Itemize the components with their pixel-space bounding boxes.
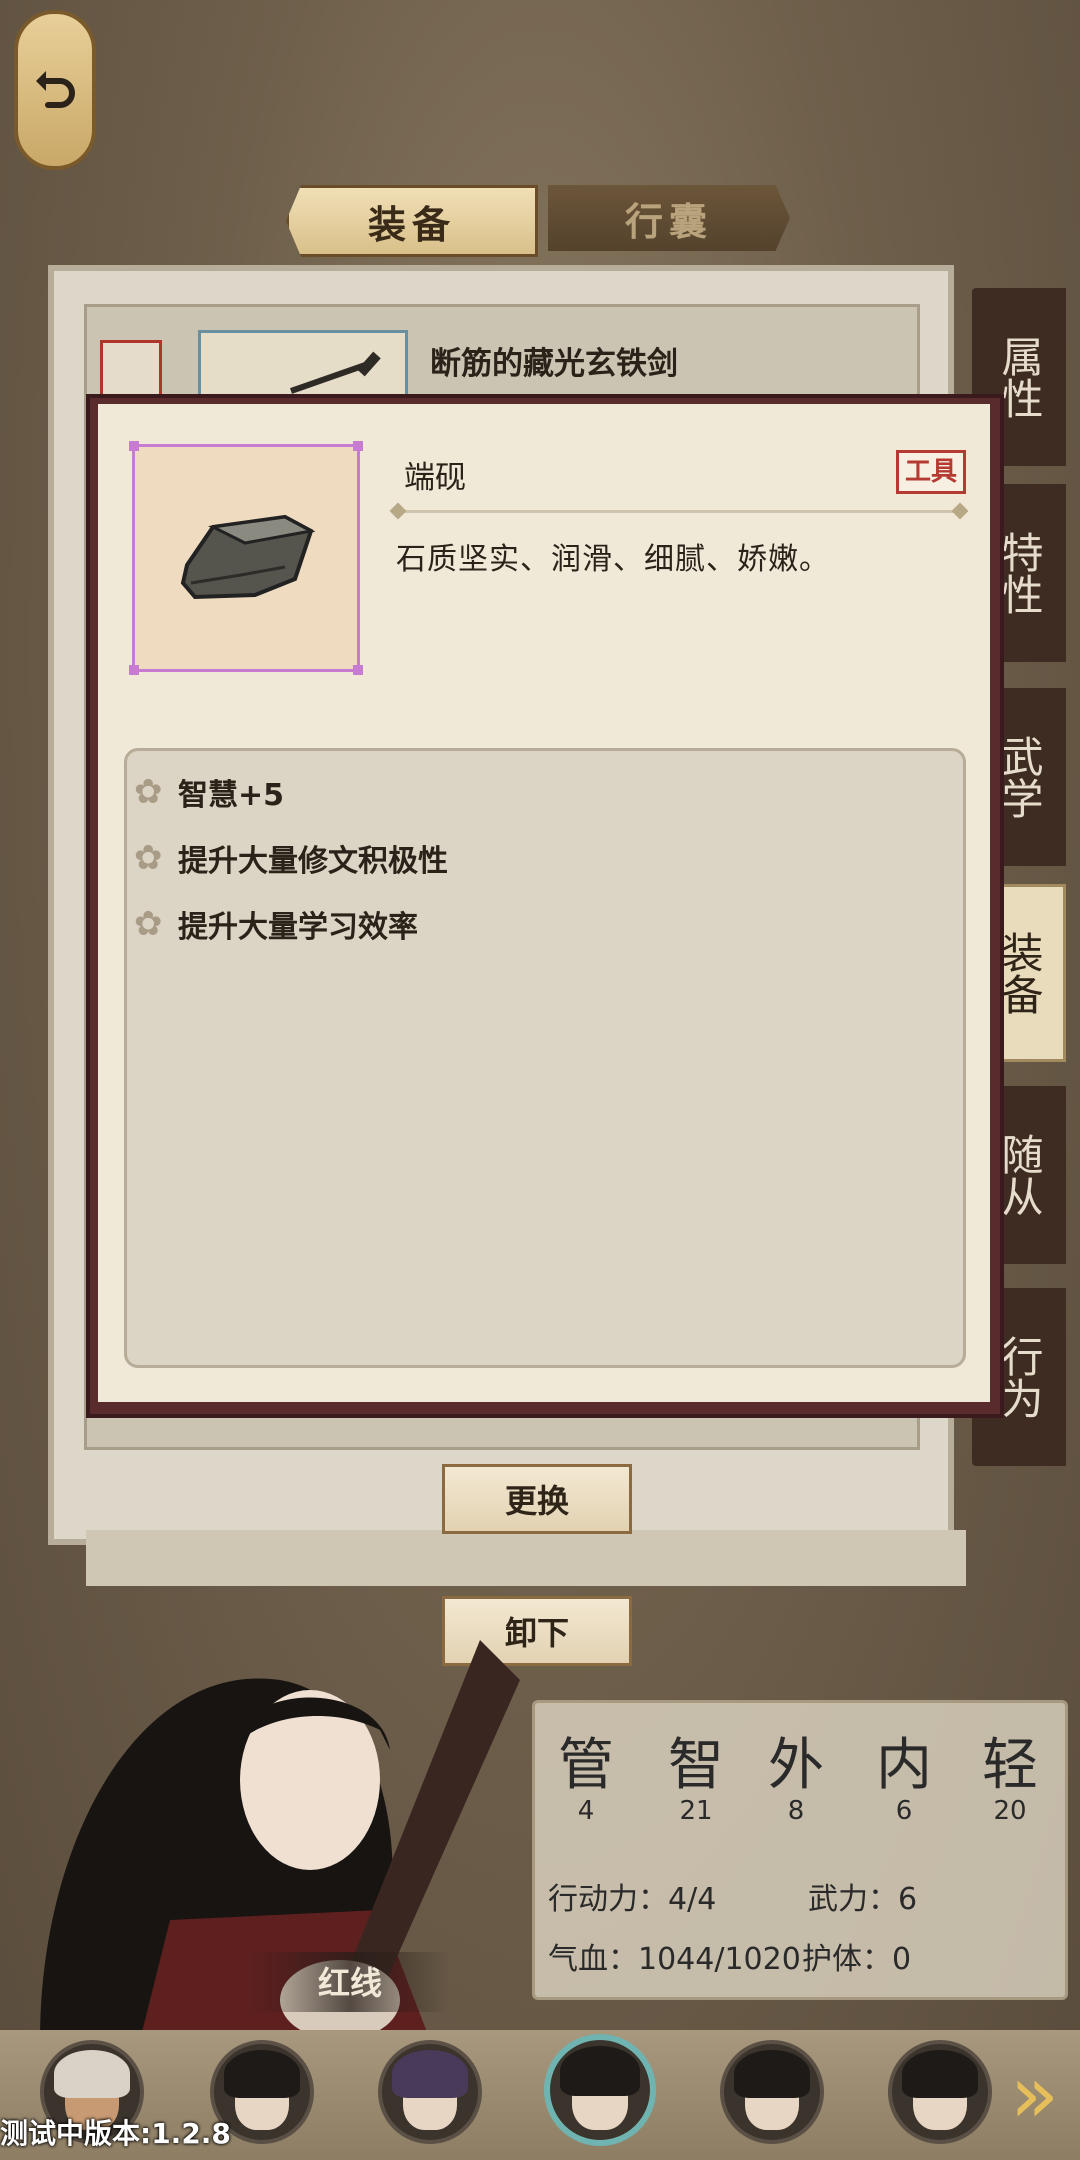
character-avatar-selected[interactable] (544, 2034, 656, 2146)
item-icon-frame (129, 441, 363, 675)
flower-bullet-icon: ✿ (134, 838, 163, 878)
guard-value: 护体：0 (802, 1942, 912, 1977)
effect-text: 提升大量修文积极性 (178, 844, 448, 879)
tab-bag[interactable]: 行囊 (548, 185, 790, 251)
panel-underlay (86, 1530, 966, 1586)
inkstone-icon (180, 514, 316, 600)
back-button[interactable] (14, 10, 96, 170)
effect-text: 提升大量学习效率 (178, 910, 418, 945)
stat-label: 外 (768, 1733, 824, 1798)
equipped-item-name: 断筋的藏光玄铁剑 (430, 346, 678, 382)
stat-label: 轻 (982, 1733, 1038, 1798)
item-description: 石质坚实、润滑、细腻、娇嫩。 (396, 542, 830, 577)
stat-label: 管 (558, 1733, 614, 1798)
action-points: 行动力：4/4 (548, 1882, 717, 1917)
effect-text: 智慧+5 (178, 778, 285, 813)
divider (389, 502, 969, 520)
stat-value: 4 (577, 1796, 595, 1826)
tab-equip[interactable]: 装备 (286, 185, 538, 257)
item-name: 端砚 (404, 460, 466, 496)
effect-item: ✿ 智慧+5 (134, 770, 284, 814)
flower-bullet-icon: ✿ (134, 772, 163, 812)
stat-label: 内 (876, 1733, 932, 1798)
stat-value: 8 (787, 1796, 805, 1826)
character-avatar[interactable] (720, 2040, 824, 2144)
stat-value: 21 (679, 1796, 713, 1826)
hp-value: 气血：1044/1020 (548, 1942, 801, 1977)
effect-item: ✿ 提升大量修文积极性 (134, 836, 448, 880)
character-name: 红线 (317, 1964, 382, 2002)
item-type-badge: 工具 (896, 450, 967, 494)
stat-value: 20 (993, 1796, 1027, 1826)
force-value: 武力：6 (808, 1882, 918, 1917)
version-label: 测试中版本:1.2.8 (0, 2117, 231, 2150)
replace-button[interactable]: 更换 (442, 1464, 632, 1534)
stat-label: 智 (668, 1733, 724, 1798)
character-avatar[interactable] (378, 2040, 482, 2144)
character-avatar[interactable] (888, 2040, 992, 2144)
back-arrow-icon (36, 71, 75, 108)
effect-item: ✿ 提升大量学习效率 (134, 902, 418, 946)
stat-value: 6 (895, 1796, 913, 1826)
flower-bullet-icon: ✿ (134, 904, 163, 944)
chevron-right-icon[interactable]: » (1010, 2050, 1070, 2140)
